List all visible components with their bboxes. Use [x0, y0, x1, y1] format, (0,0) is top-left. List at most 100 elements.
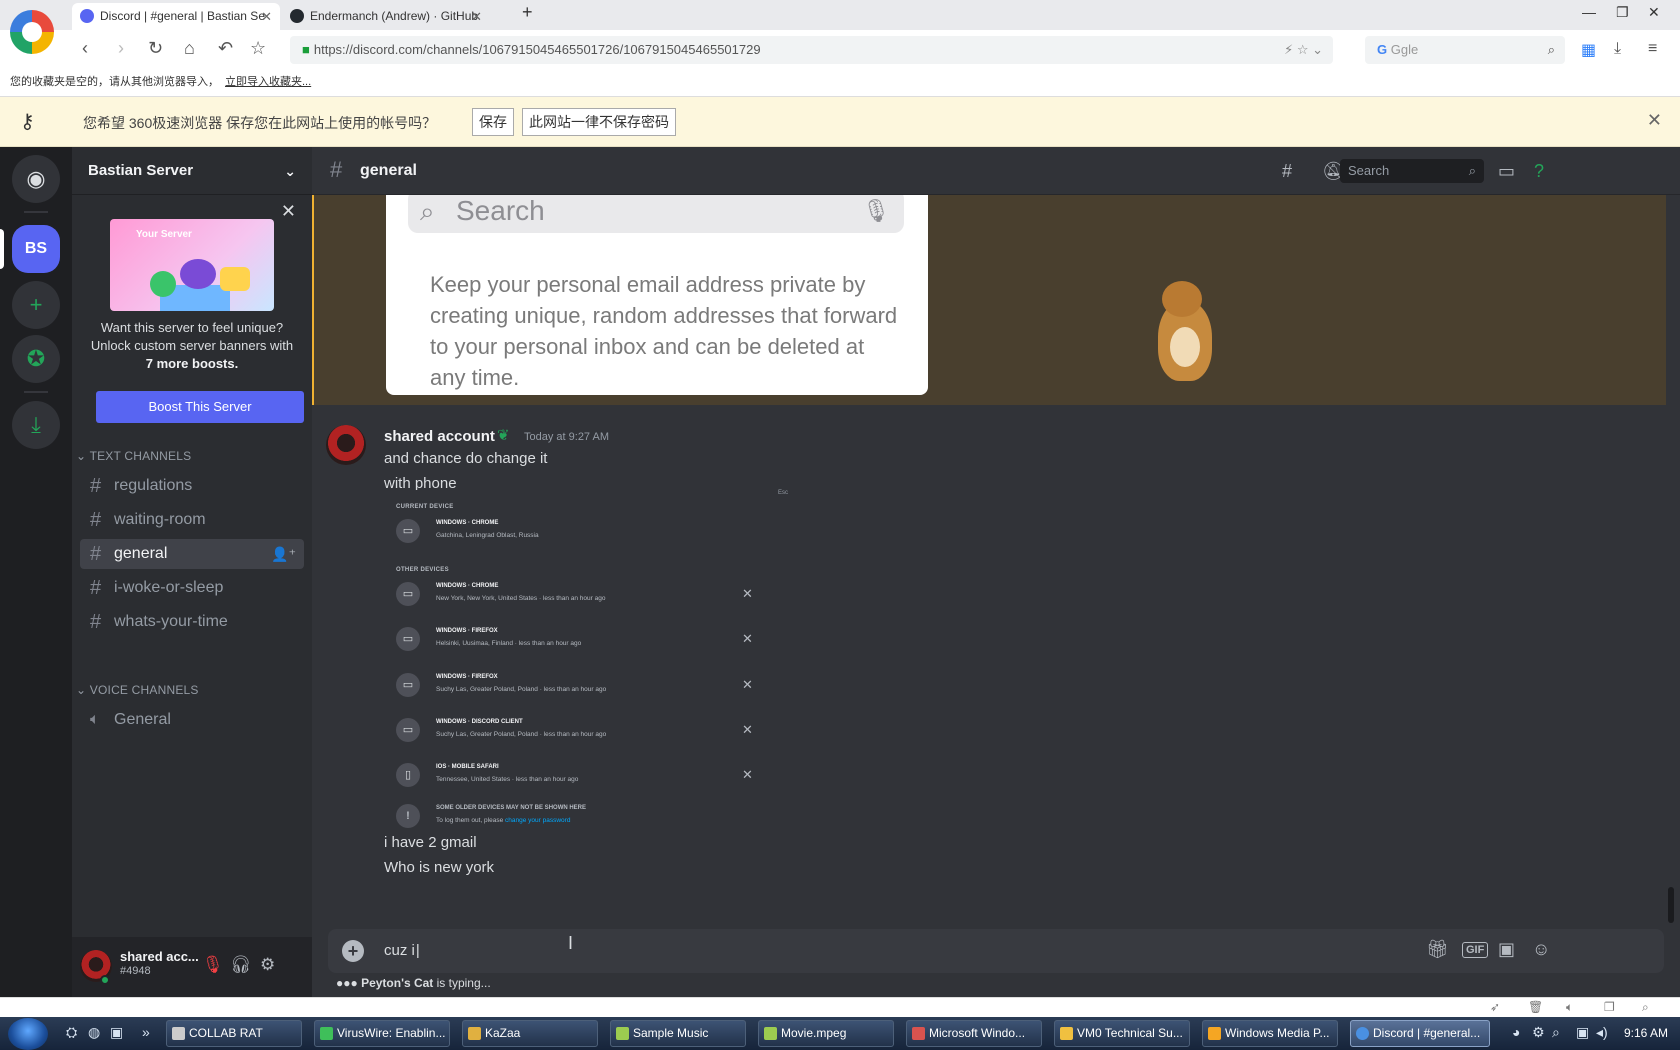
save-password-bar: ⚷ 您希望 360极速浏览器 保存您在此网站上使用的帐号吗？ 保存 此网站一律不… [0, 97, 1680, 147]
discord-favicon-icon [80, 9, 94, 23]
emoji-icon[interactable]: ☺ [1532, 939, 1550, 960]
window-icon[interactable]: ❐ [1604, 1000, 1615, 1014]
search-icon: ⌕ [420, 196, 435, 226]
volume-icon[interactable]: 🔈︎ [1566, 1000, 1573, 1015]
close-icon: ✕ [742, 677, 753, 692]
gif-icon[interactable]: GIF [1462, 942, 1489, 958]
taskbar-item[interactable]: Movie.mpeg [758, 1020, 894, 1047]
chat-scrollbar[interactable] [1668, 887, 1674, 923]
search-engine-label: Ggle [1390, 42, 1419, 57]
inbox-icon[interactable]: ▭ [1498, 161, 1515, 182]
quicklaunch-icon[interactable]: ▣ [110, 1024, 123, 1041]
volume-icon[interactable]: ◂) [1596, 1024, 1608, 1041]
quicklaunch-icon[interactable]: ⛭ [66, 1024, 77, 1041]
create-invite-icon[interactable]: 👤⁺ [271, 539, 296, 569]
system-clock[interactable]: 9:16 AM [1624, 1026, 1668, 1040]
taskbar-item[interactable]: KaZaa [462, 1020, 598, 1047]
window-close-icon[interactable]: ✕ [1648, 4, 1660, 21]
rocket-icon[interactable]: ➶ [1490, 1000, 1500, 1014]
close-icon[interactable]: ✕ [471, 3, 482, 30]
sticker-icon[interactable]: ▣ [1498, 939, 1515, 960]
category-voice-channels[interactable]: ⌄ VOICE CHANNELS [76, 683, 199, 697]
minimize-icon[interactable]: — [1582, 4, 1596, 20]
category-text-channels[interactable]: ⌄ TEXT CHANNELS [76, 449, 191, 463]
devices-screenshot-image[interactable]: Esc CURRENT DEVICE ▭ WINDOWS · CHROME Ga… [384, 490, 804, 828]
hamster-sticker[interactable] [1148, 281, 1218, 385]
server-icon-bastian[interactable]: BS [12, 225, 60, 273]
tray-icon[interactable]: ◕ [1512, 1024, 1520, 1040]
tray-icon[interactable]: ⌕ [1552, 1024, 1560, 1041]
trash-icon[interactable]: 🗑︎ [1528, 1000, 1543, 1014]
address-bar-row: ‹ › ↻ ⌂ ↶ ☆ ■ https://discord.com/channel… [0, 30, 1680, 70]
menu-icon[interactable]: ≡ [1648, 40, 1657, 58]
discord-home-icon[interactable]: ◉ [12, 155, 60, 203]
url-input[interactable]: ■ https://discord.com/channels/1067915045… [290, 36, 1333, 64]
taskbar-item[interactable]: Sample Music [610, 1020, 746, 1047]
device-name: WINDOWS · CHROME [436, 520, 499, 526]
tab-discord[interactable]: Discord | #general | Bastian Se ✕ [72, 3, 280, 30]
taskbar-item-active[interactable]: Discord | #general... [1350, 1020, 1490, 1047]
help-icon[interactable]: ? [1534, 161, 1544, 182]
undo-icon[interactable]: ↶ [218, 38, 233, 59]
channel-general[interactable]: # general 👤⁺ [80, 539, 304, 569]
quicklaunch-more-icon[interactable]: » [142, 1024, 150, 1040]
boost-server-button[interactable]: Boost This Server [96, 391, 304, 423]
upload-plus-icon[interactable]: + [342, 940, 364, 962]
close-icon[interactable]: ✕ [281, 201, 296, 222]
restore-icon[interactable]: ❐ [1616, 4, 1629, 21]
network-icon[interactable]: ▣ [1576, 1024, 1589, 1041]
add-server-icon[interactable]: + [12, 281, 60, 329]
browser-search-input[interactable]: G Ggle ⌕ [1365, 36, 1565, 64]
apps-grid-icon[interactable]: ▦ [1581, 40, 1596, 60]
close-icon[interactable]: ✕ [1647, 110, 1662, 131]
home-icon[interactable]: ⌂ [184, 38, 195, 59]
close-icon[interactable]: ✕ [261, 3, 272, 30]
gift-icon[interactable]: 🎁︎ [1426, 939, 1449, 960]
device-row: ▭ WINDOWS · DISCORD CLIENT Suchy Las, Gr… [396, 715, 766, 745]
channel-i-woke-or-sleep[interactable]: # i-woke-or-sleep [80, 573, 304, 603]
bookmark-star-icon[interactable]: ☆ [250, 38, 266, 59]
back-icon[interactable]: ‹ [82, 38, 88, 59]
never-save-button[interactable]: 此网站一律不保存密码 [522, 108, 676, 136]
message-composer: + cuz i 🎁︎ GIF ▣ ☺ [328, 929, 1664, 973]
browser-logo[interactable] [10, 10, 54, 54]
threads-icon[interactable]: # [1282, 161, 1292, 182]
search-icon[interactable]: ⌕ [1548, 36, 1555, 64]
channel-search-input[interactable]: Search ⌕ [1340, 159, 1484, 183]
save-password-button[interactable]: 保存 [472, 108, 514, 136]
zoom-icon[interactable]: ⌕ [1642, 1000, 1649, 1015]
taskbar-item[interactable]: VM0 Technical Su... [1054, 1020, 1190, 1047]
channel-whats-your-time[interactable]: # whats-your-time [80, 607, 304, 637]
close-icon: ✕ [742, 722, 753, 737]
import-bookmarks-link[interactable]: 立即导入收藏夹... [225, 76, 311, 88]
page-actions-icon[interactable]: ⚡ ☆ ⌄ [1284, 36, 1323, 64]
download-icon[interactable]: ⤓ [1614, 40, 1621, 58]
message-input[interactable]: cuz i [384, 942, 420, 959]
taskbar-item[interactable]: VirusWire: Enablin... [314, 1020, 450, 1047]
new-tab-icon[interactable]: + [522, 2, 533, 23]
channel-waiting-room[interactable]: # waiting-room [80, 505, 304, 535]
channel-regulations[interactable]: # regulations [80, 471, 304, 501]
bookmarks-bar: 您的收藏夹是空的，请从其他浏览器导入， 立即导入收藏夹... [0, 70, 1680, 97]
taskbar-item[interactable]: Windows Media P... [1202, 1020, 1338, 1047]
user-tag: #4948 [120, 965, 151, 977]
taskbar-item[interactable]: COLLAB RAT [166, 1020, 302, 1047]
avatar[interactable] [326, 425, 366, 465]
explore-servers-icon[interactable]: ✪ [12, 335, 60, 383]
taskbar-item[interactable]: Microsoft Windo... [906, 1020, 1042, 1047]
reload-icon[interactable]: ↻ [148, 38, 163, 59]
user-settings-gear-icon[interactable]: ⚙ [260, 955, 275, 975]
start-button-icon[interactable] [8, 1018, 48, 1050]
phone-screenshot-image[interactable]: ⌕ Search 🎙︎ Keep your personal email add… [386, 195, 928, 395]
server-header[interactable]: Bastian Server ⌄ [72, 147, 312, 195]
voice-channel-general[interactable]: 🔈︎ General [80, 705, 304, 735]
forward-icon[interactable]: › [118, 38, 124, 59]
discord-app: ◉ BS + ✪ ⤓ Bastian Server ⌄ ✕ Your Serve… [0, 147, 1680, 997]
tab-github[interactable]: Endermanch (Andrew) · GitHub ✕ [282, 3, 490, 30]
download-apps-icon[interactable]: ⤓ [12, 401, 60, 449]
message-author[interactable]: shared account [384, 428, 495, 445]
mute-microphone-icon[interactable]: 🎙︎ [202, 955, 224, 975]
tray-icon[interactable]: ⚙ [1532, 1024, 1545, 1041]
quicklaunch-icon[interactable]: ◍ [88, 1024, 100, 1041]
headphones-icon[interactable]: 🎧︎ [230, 955, 252, 975]
